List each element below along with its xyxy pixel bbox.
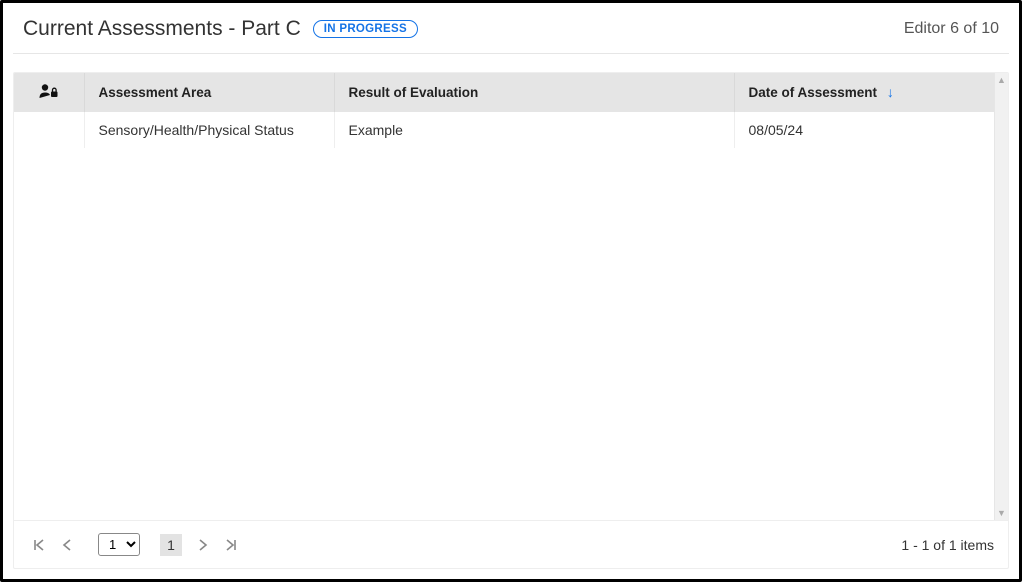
page-size-select[interactable]: 1	[98, 533, 140, 556]
editor-count: Editor 6 of 10	[904, 20, 999, 38]
column-label: Result of Evaluation	[349, 85, 479, 100]
cell-result: Example	[334, 112, 734, 148]
first-page-icon	[33, 539, 45, 551]
table-row[interactable]: Sensory/Health/Physical Status Example 0…	[14, 112, 994, 148]
scroll-down-icon[interactable]: ▼	[997, 508, 1006, 518]
cell-lock	[14, 112, 84, 148]
sort-asc-icon: ↓	[887, 85, 894, 99]
table-header-row: Assessment Area Result of Evaluation Dat…	[14, 73, 994, 112]
assessments-table: Assessment Area Result of Evaluation Dat…	[14, 73, 994, 148]
chevron-left-icon	[62, 539, 72, 551]
chevron-right-icon	[198, 539, 208, 551]
vertical-scrollbar[interactable]: ▲ ▼	[994, 73, 1008, 520]
pager-first-button[interactable]	[28, 534, 50, 556]
column-assessment-area[interactable]: Assessment Area	[84, 73, 334, 112]
pager-next-button[interactable]	[192, 534, 214, 556]
person-lock-icon	[38, 83, 60, 99]
column-label: Date of Assessment	[749, 85, 878, 100]
content-panel: Assessment Area Result of Evaluation Dat…	[13, 72, 1009, 569]
column-result[interactable]: Result of Evaluation	[334, 73, 734, 112]
header: Current Assessments - Part C IN PROGRESS…	[13, 11, 1009, 54]
status-badge: IN PROGRESS	[313, 20, 418, 38]
column-date[interactable]: Date of Assessment ↓	[734, 73, 994, 112]
pager-info: 1 - 1 of 1 items	[901, 537, 994, 553]
last-page-icon	[225, 539, 237, 551]
current-page[interactable]: 1	[160, 534, 182, 556]
pager: 1 1 1 - 1 of 1 items	[14, 520, 1008, 568]
column-lock[interactable]	[14, 73, 84, 112]
pager-last-button[interactable]	[220, 534, 242, 556]
column-label: Assessment Area	[99, 85, 212, 100]
cell-date: 08/05/24	[734, 112, 994, 148]
cell-area: Sensory/Health/Physical Status	[84, 112, 334, 148]
app-frame: Current Assessments - Part C IN PROGRESS…	[0, 0, 1022, 582]
table-container: Assessment Area Result of Evaluation Dat…	[14, 73, 1008, 520]
pager-prev-button[interactable]	[56, 534, 78, 556]
scroll-up-icon[interactable]: ▲	[997, 75, 1006, 85]
page-title: Current Assessments - Part C	[23, 17, 301, 41]
